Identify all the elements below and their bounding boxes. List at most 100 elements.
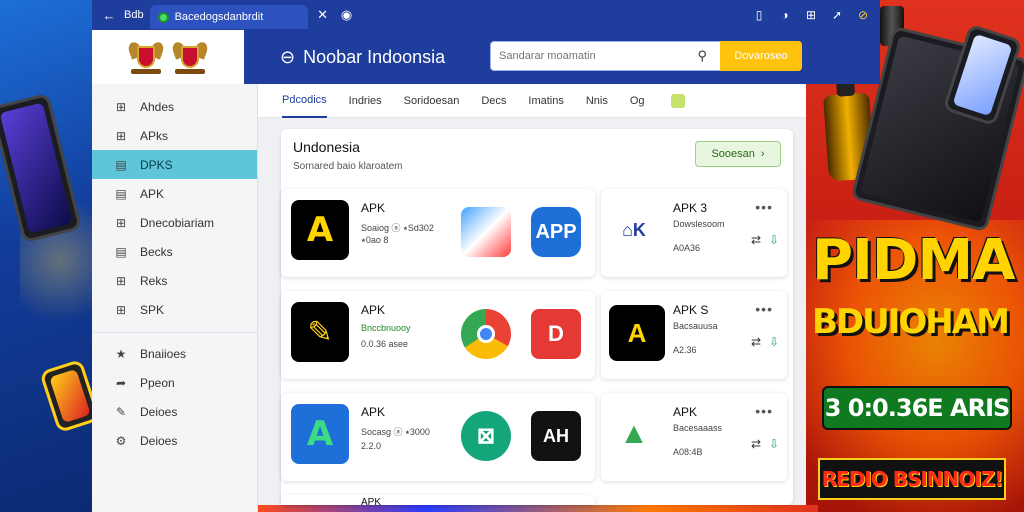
sidebar-item-label: Dnecobiariam [140,215,215,230]
sidebar-item-active[interactable]: ▤ DPKS [92,150,257,179]
sidebar-item[interactable]: ➦ Ppeon [92,368,257,397]
tab-nav[interactable]: Nnis [586,84,608,118]
profile-icon[interactable]: ◑ [776,6,794,24]
share-icon[interactable]: ⇄ [751,233,761,247]
sidebar-item-label: Bnaiioes [140,346,187,361]
app-card[interactable]: A APK S Bacsauusa A2.36 ••• ⇄ ⇩ [601,291,787,379]
app-name: APK [361,497,382,505]
app-icon: ⌂K [609,205,659,255]
sidebar-item-label: Becks [140,244,173,259]
app-name: APK [361,303,386,317]
garuda-emblem-icon [170,40,210,74]
panel-action-button[interactable]: Sooesan › [695,141,781,167]
brand-logo-icon: ⊖ [280,46,296,67]
more-options-icon[interactable]: ••• [755,199,773,215]
brand-title[interactable]: ⊖ Noobar Indoonsia [244,30,445,84]
share-icon[interactable]: ➚ [828,6,846,24]
back-arrow-icon[interactable]: ← [100,6,118,24]
tab-nav[interactable]: Imatins [528,84,563,118]
app-icon: ▲ [609,409,659,459]
search-button[interactable]: Dovaroseo [720,41,802,71]
panel-subtitle: Sornared baio klaroatem [293,161,403,172]
sidebar-item[interactable]: ⊞ SPK [92,295,257,324]
close-icon[interactable]: ✕ [314,6,332,24]
brand-name: Noobar Indoonsia [303,46,446,67]
tab-nav[interactable]: Indries [349,84,382,118]
sidebar-item[interactable]: ▤ APK [92,179,257,208]
sidebar-item[interactable]: ⊞ Ahdes [92,92,257,121]
app-thumbnail-icon [461,207,511,257]
search-icon[interactable]: ⚲ [697,48,707,64]
app-card[interactable]: ▲ APK Bacesaaass A08:4B ••• ⇄ ⇩ [601,393,787,481]
app-meta: 0.0.36 asee [361,339,409,349]
tab-nav[interactable]: Og [630,84,645,118]
app-thumbnail-icon: ⊠ [461,411,511,461]
app-card[interactable]: A APK Socasg ⓐ ⭑3000 2.2.0 ⊠ AH [281,393,595,481]
download-icon[interactable]: ⇩ [769,437,779,451]
app-card[interactable]: ✎ APK Bnccbnuooy 0.0.36 asee D [281,291,595,379]
promo-ribbon: REDIO BSINNOIZ! [818,458,1006,500]
browser-toolbar: ← Bdb Bacedogsdanbrdit ✕ ◉ ▯ ◑ ⊞ ➚ ⊘ [92,0,880,30]
tag-icon[interactable] [670,93,685,108]
share-icon[interactable]: ⇄ [751,437,761,451]
promo-subtitle: BDUIOHAM [812,302,1010,342]
share-icon[interactable]: ⇄ [751,335,761,349]
tab-title: Bacedogsdanbrdit [174,11,264,23]
arrow-icon: ➦ [115,375,127,390]
app-meta: ⭑0ao 8 [361,235,389,245]
sidebar-item-label: Deioes [140,433,178,448]
app-meta: Soaiog ⓐ ⭑Sd302 [361,223,434,233]
sidebar-item[interactable]: ★ Bnaiioes [92,339,257,368]
download-icon[interactable]: ⇩ [769,233,779,247]
more-options-icon[interactable]: ••• [755,403,773,419]
logo[interactable] [92,30,244,84]
download-icon[interactable]: ⇩ [769,335,779,349]
app-meta: A0A36 [673,243,701,253]
app-meta: Bnccbnuooy [361,323,411,333]
shield-icon[interactable]: ◉ [338,6,356,24]
app-name: APK S [673,303,709,317]
sidebar-item-label: Ahdes [140,99,175,114]
app-icon: A [291,404,349,464]
more-options-icon[interactable]: ••• [755,301,773,317]
top-navigation: Pdcodics Indries Soridoesan Decs Imatins… [258,84,806,118]
sidebar-item[interactable]: ✎ Deioes [92,397,257,426]
extensions-icon[interactable]: ⊞ [802,6,820,24]
sidebar-item-label: SPK [140,302,165,317]
app-card-partial[interactable]: APK [281,495,595,505]
sidebar-item[interactable]: ⊞ Dnecobiariam [92,208,257,237]
app-meta: A08:4B [673,447,703,457]
app-card[interactable]: A APK Soaiog ⓐ ⭑Sd302 ⭑0ao 8 APP [281,189,595,277]
tab-nav[interactable]: Pdcodics [282,84,327,118]
sidebar-item-label: APK [140,186,165,201]
grid-icon: ⊞ [115,273,127,288]
app-meta: 2.2.0 [361,441,382,451]
sidebar-group: ★ Bnaiioes ➦ Ppeon ✎ Deioes ⚙ Deioes [92,332,257,455]
pencil-icon: ✎ [115,404,127,419]
app-thumbnail-icon: AH [531,411,581,461]
tab-nav[interactable]: Decs [481,84,506,118]
app-icon: ✎ [291,302,349,362]
app-header: ⊖ Noobar Indoonsia ⚲ Dovaroseo [92,30,880,84]
bookmark-icon[interactable]: ▯ [750,6,768,24]
bottom-background-strip [258,505,818,512]
app-card[interactable]: ⌂K APK 3 Dowslesoom A0A36 ••• ⇄ ⇩ [601,189,787,277]
sidebar-item-label: Ppeon [140,375,175,390]
gear-icon: ⚙ [115,433,127,448]
alert-icon[interactable]: ⊘ [854,6,872,24]
app-name: APK [361,405,386,419]
sidebar-item[interactable]: ▤ Becks [92,237,257,266]
app-meta: A2.36 [673,345,697,355]
list-icon: ▤ [115,186,127,201]
chevron-right-icon: › [760,148,765,160]
sidebar-item[interactable]: ⊞ APks [92,121,257,150]
browser-tab[interactable]: Bacedogsdanbrdit [149,5,308,29]
app-meta: Dowslesoom [673,219,725,229]
app-meta: Socasg ⓐ ⭑3000 [361,427,430,437]
sidebar-item-label: Reks [140,273,168,288]
sidebar-item[interactable]: ⊞ Reks [92,266,257,295]
back-label[interactable]: Bdb [124,9,144,21]
tab-nav[interactable]: Soridoesan [404,84,460,118]
sidebar-item[interactable]: ⚙ Deioes [92,426,257,455]
search-input[interactable] [499,50,698,62]
